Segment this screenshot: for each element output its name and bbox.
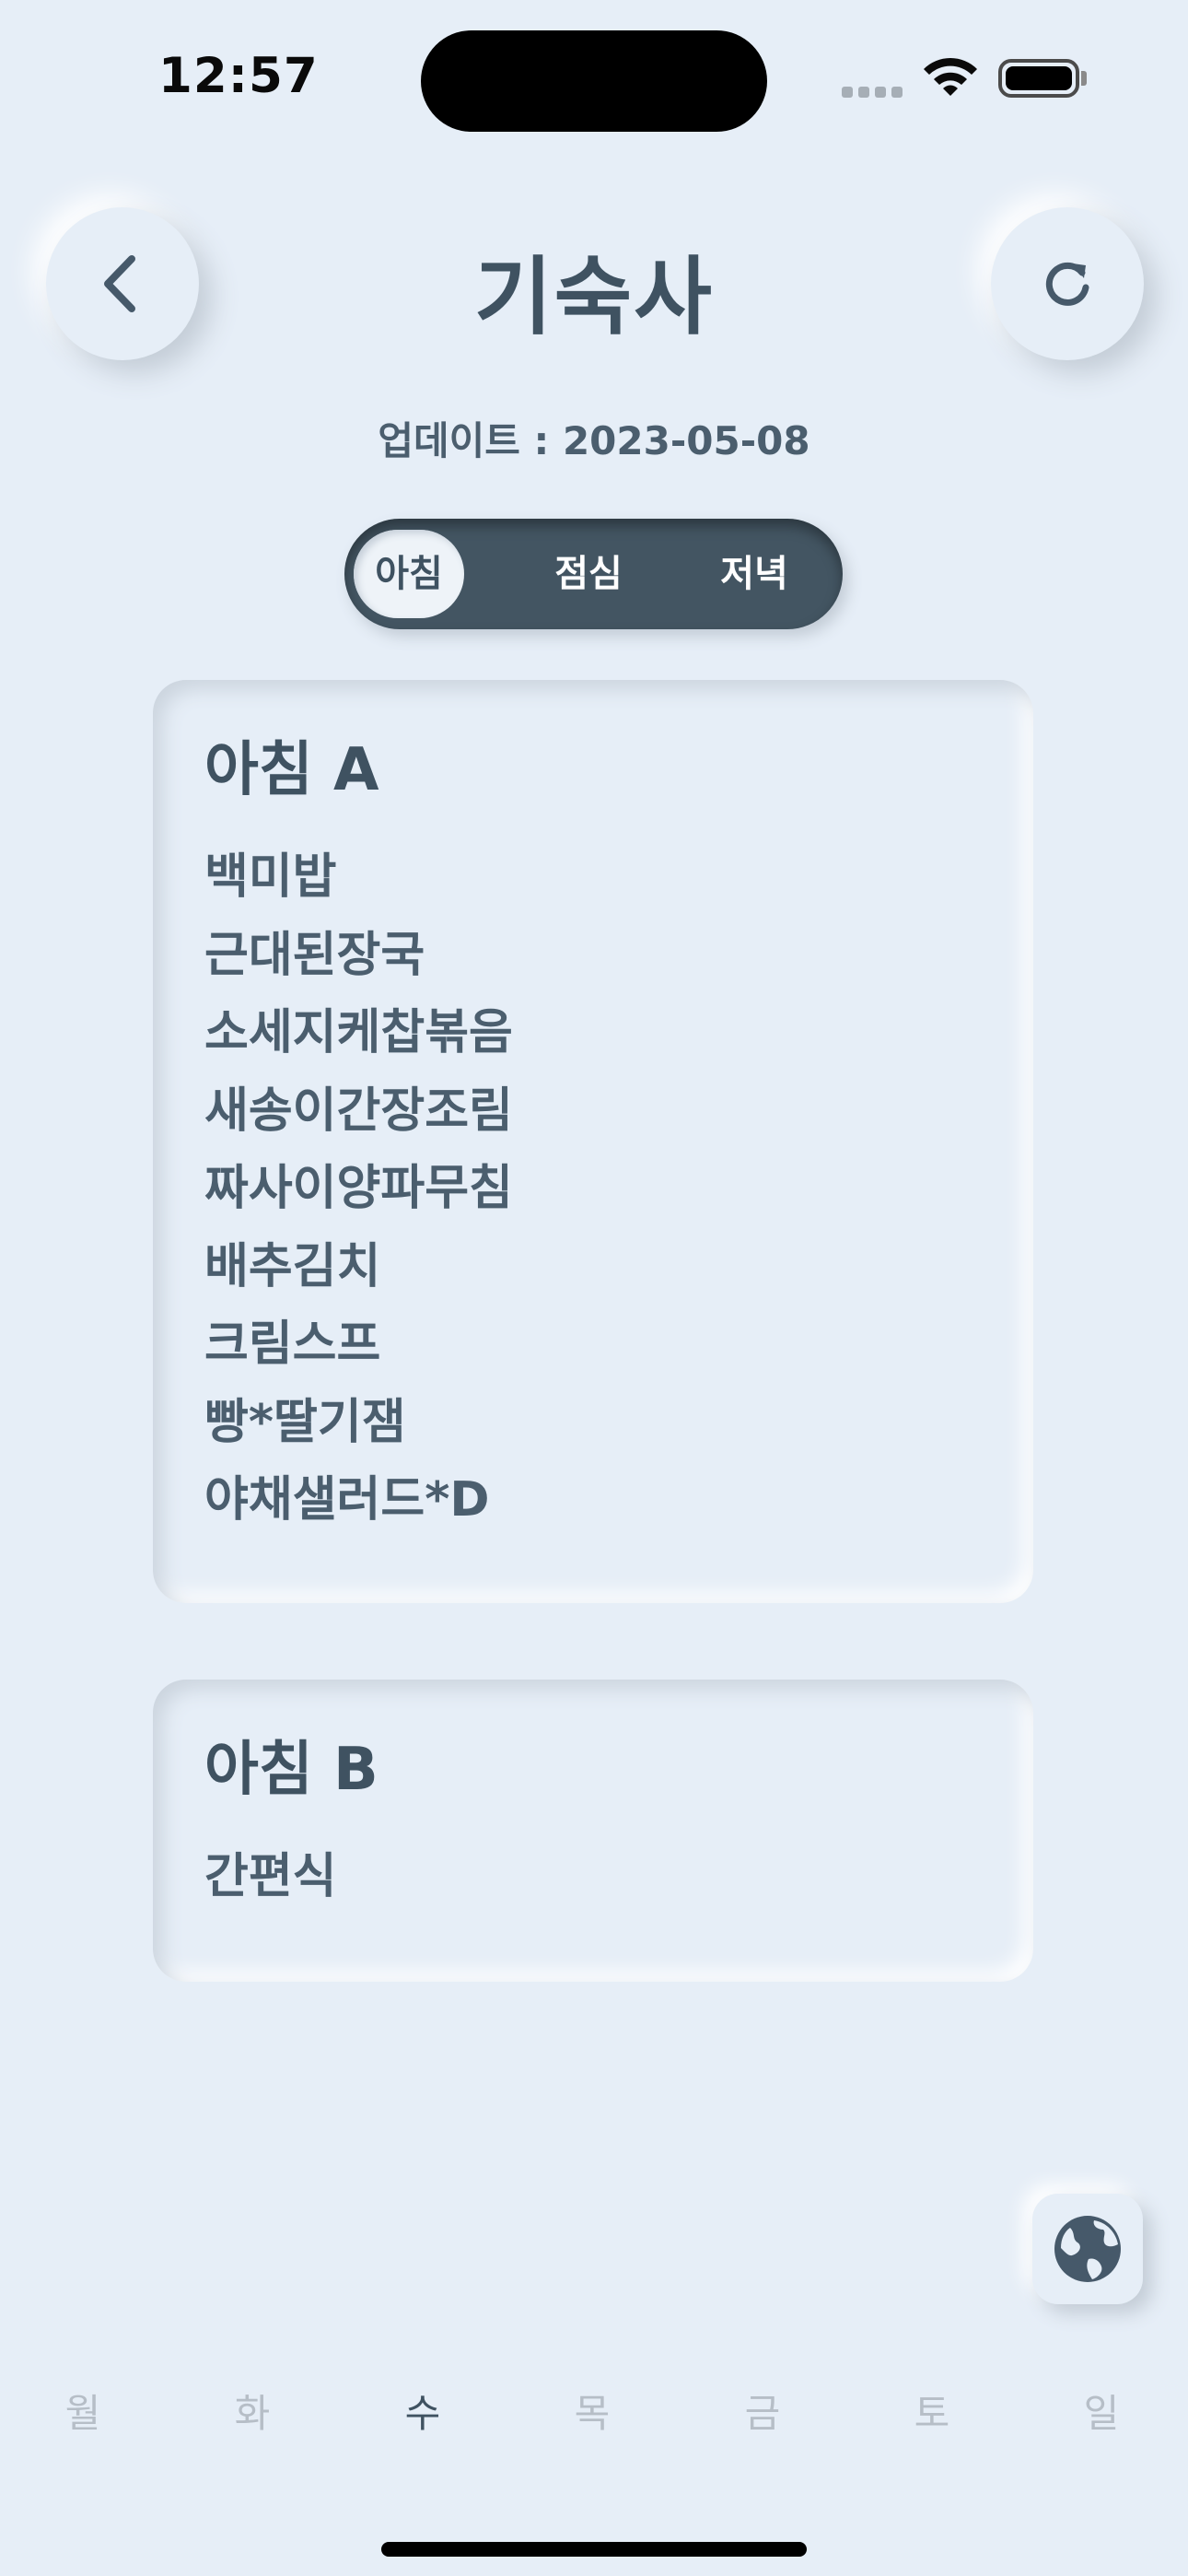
menu-item: 야채샐러드*D xyxy=(204,1472,490,1528)
cellular-signal-icon xyxy=(842,87,904,98)
day-tab-sun[interactable]: 일 xyxy=(1055,2382,1147,2446)
menu-item: 근대된장국 xyxy=(204,927,425,983)
tab-breakfast[interactable]: 아침 xyxy=(354,519,464,629)
dynamic-island xyxy=(421,30,767,132)
tab-lunch[interactable]: 점심 xyxy=(519,519,658,629)
menu-item: 새송이간장조림 xyxy=(204,1083,513,1139)
menu-card-a: 아침 A 백미밥 근대된장국 소세지케찹볶음 새송이간장조림 짜사이양파무침 배… xyxy=(153,680,1033,1603)
menu-item: 간편식 xyxy=(204,1849,337,1904)
day-tab-tue[interactable]: 화 xyxy=(206,2382,298,2446)
tab-dinner[interactable]: 저녁 xyxy=(685,519,823,629)
day-tab-wed[interactable]: 수 xyxy=(377,2382,469,2446)
menu-item: 짜사이양파무침 xyxy=(204,1161,513,1216)
language-button[interactable] xyxy=(1032,2194,1143,2304)
day-tab-thu[interactable]: 목 xyxy=(546,2382,638,2446)
status-time: 12:57 xyxy=(158,48,319,104)
card-title: 아침 B xyxy=(204,1736,379,1804)
day-tab-mon[interactable]: 월 xyxy=(37,2382,129,2446)
battery-icon xyxy=(998,59,1079,98)
day-tab-fri[interactable]: 금 xyxy=(716,2382,809,2446)
globe-icon xyxy=(1054,2216,1121,2282)
menu-card-b: 아침 B 간편식 xyxy=(153,1680,1033,1982)
menu-item: 백미밥 xyxy=(204,849,337,905)
menu-item: 배추김치 xyxy=(204,1238,381,1294)
refresh-icon xyxy=(1045,262,1089,306)
wifi-icon xyxy=(924,57,977,96)
meal-toggle: 아침 점심 저녁 xyxy=(344,519,843,629)
day-tab-sat[interactable]: 토 xyxy=(886,2382,978,2446)
card-title: 아침 A xyxy=(204,736,379,804)
update-date: 업데이트 : 2023-05-08 xyxy=(378,418,810,463)
refresh-button[interactable] xyxy=(991,207,1144,360)
menu-item: 크림스프 xyxy=(204,1317,381,1372)
battery-cap xyxy=(1081,71,1087,86)
menu-item: 소세지케찹볶음 xyxy=(204,1005,513,1060)
menu-item: 빵*딸기잼 xyxy=(204,1394,406,1450)
home-indicator[interactable] xyxy=(381,2542,807,2557)
day-tabs: 월 화 수 목 금 토 일 xyxy=(0,2382,1188,2446)
